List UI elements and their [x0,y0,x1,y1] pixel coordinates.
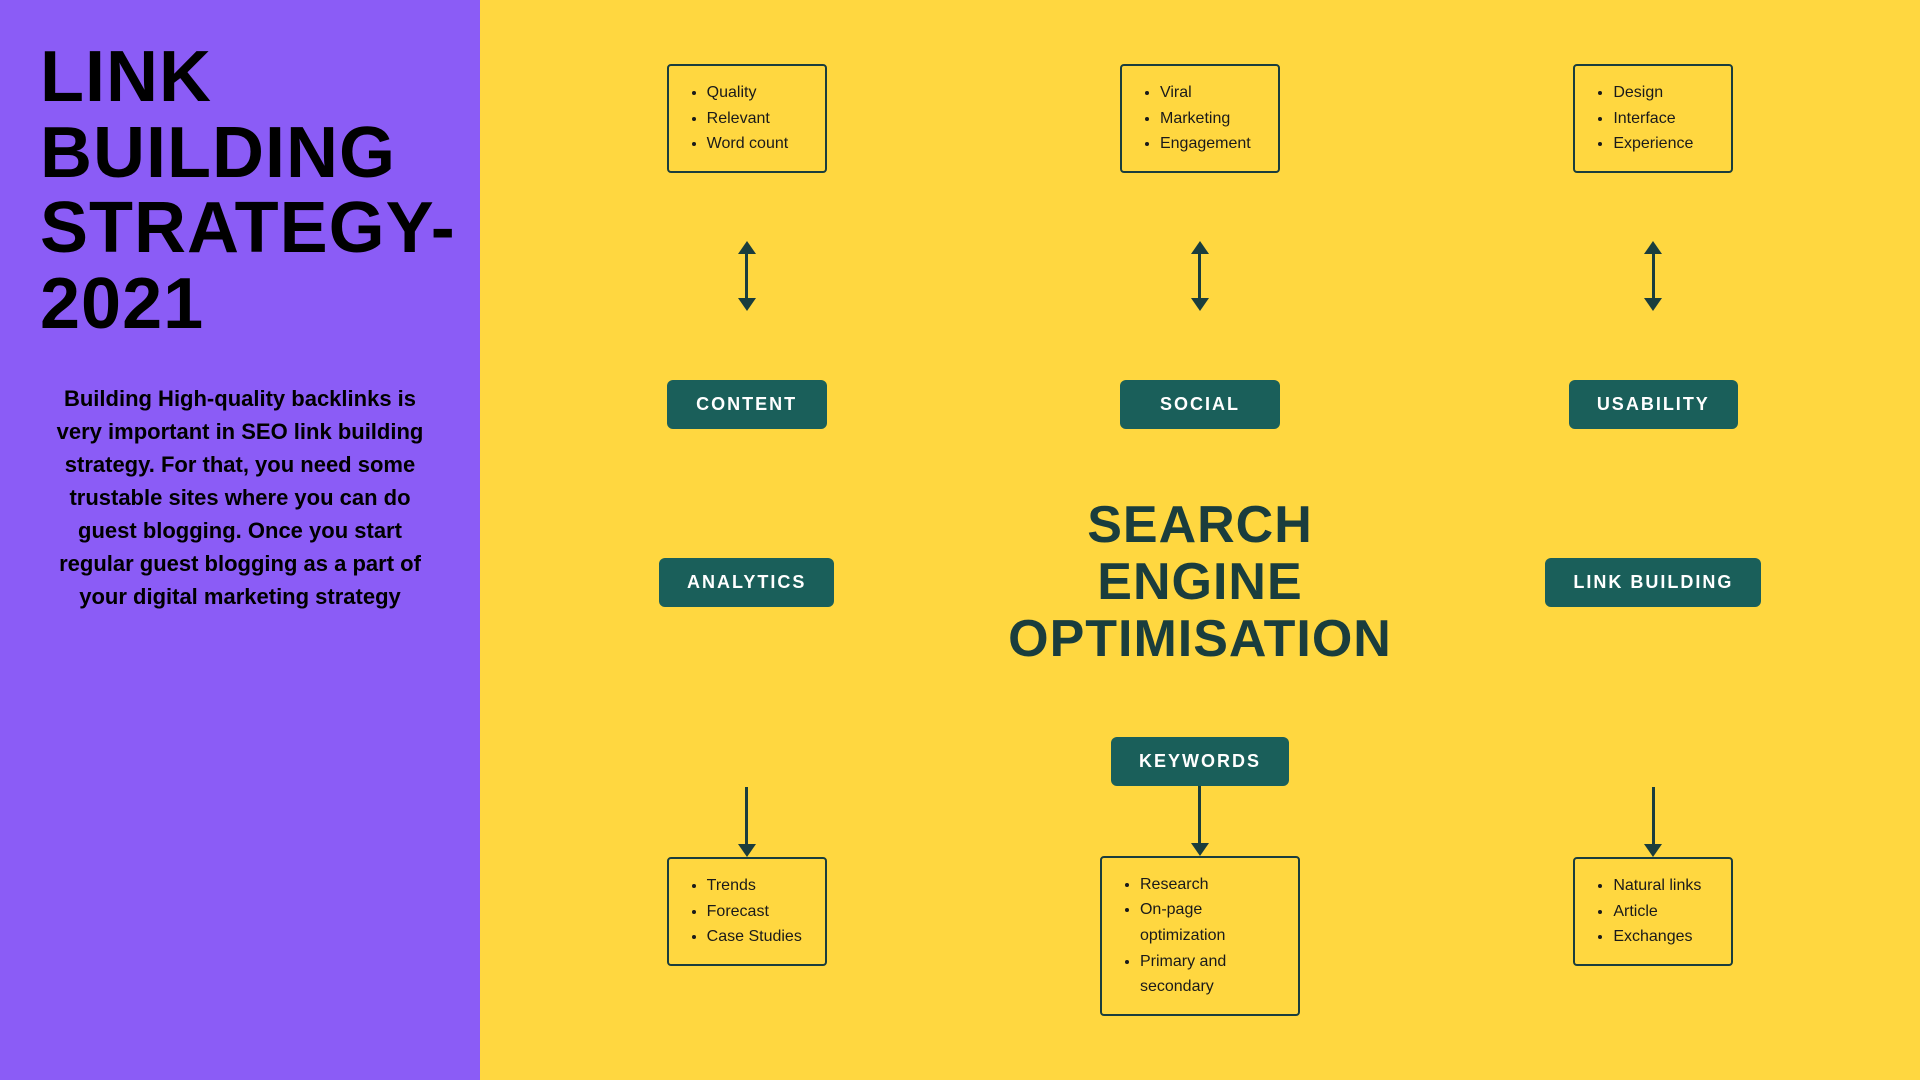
engagement-item: Engagement [1160,131,1258,157]
social-info-box: Viral Marketing Engagement [1120,64,1280,173]
seo-title-line2: OPTIMISATION [977,611,1422,668]
col2-arrow-up-cell [973,237,1426,315]
usability-label-cell: USABILITY [1427,376,1880,433]
main-title: LINKBUILDINGSTRATEGY-2021 [40,40,440,342]
forecast-item: Forecast [707,899,805,925]
content-label-cell: CONTENT [520,376,973,433]
content-arrow [738,241,756,311]
keywords-label: KEYWORDS [1111,737,1289,786]
col3-bottom-section: Natural links Article Exchanges [1427,783,1880,970]
description: Building High-quality backlinks is very … [40,382,440,613]
social-label: SOCIAL [1120,380,1280,429]
quality-item: Quality [707,80,805,106]
casestudies-item: Case Studies [707,924,805,950]
interface-item: Interface [1613,106,1711,132]
col2-top-box-cell: Viral Marketing Engagement [973,60,1426,177]
analytics-arrow-down [738,787,756,857]
right-panel: Quality Relevant Word count Viral Market… [480,0,1920,1080]
linkbuilding-info-box: Natural links Article Exchanges [1573,857,1733,966]
usability-label: USABILITY [1569,380,1738,429]
primary-item: Primary and secondary [1140,949,1278,1000]
social-arrow [1191,241,1209,311]
usability-arrow [1644,241,1662,311]
linkbuilding-arrow-down [1644,787,1662,857]
trends-item: Trends [707,873,805,899]
viral-item: Viral [1160,80,1258,106]
research-item: Research [1140,872,1278,898]
keywords-arrow-down [1191,786,1209,856]
experience-item: Experience [1613,131,1711,157]
social-label-cell: SOCIAL [973,376,1426,433]
content-info-box: Quality Relevant Word count [667,64,827,173]
diagram-grid: Quality Relevant Word count Viral Market… [520,30,1880,1050]
keywords-info-box: Research On-page optimization Primary an… [1100,856,1300,1016]
link-building-label: LINK BUILDING [1545,558,1761,607]
col3-arrow-up-cell [1427,237,1880,315]
wordcount-item: Word count [707,131,805,157]
col2-bottom-section: KEYWORDS Research On-page optimization P… [973,733,1426,1020]
left-panel: LINKBUILDINGSTRATEGY-2021 Building High-… [0,0,480,1080]
col1-arrow-up-cell [520,237,973,315]
seo-title: SEARCH ENGINE OPTIMISATION [977,497,1422,669]
link-building-label-cell: LINK BUILDING [1427,554,1880,611]
relevant-item: Relevant [707,106,805,132]
seo-center-cell: SEARCH ENGINE OPTIMISATION [973,493,1426,673]
col1-bottom-section: Trends Forecast Case Studies [520,783,973,970]
article-item: Article [1613,899,1711,925]
naturallinks-item: Natural links [1613,873,1711,899]
analytics-label-cell: ANALYTICS [520,554,973,611]
analytics-label: ANALYTICS [659,558,834,607]
exchanges-item: Exchanges [1613,924,1711,950]
design-item: Design [1613,80,1711,106]
col3-top-box-cell: Design Interface Experience [1427,60,1880,177]
onpage-item: On-page optimization [1140,897,1278,948]
marketing-item: Marketing [1160,106,1258,132]
seo-title-line1: SEARCH ENGINE [977,497,1422,611]
usability-info-box: Design Interface Experience [1573,64,1733,173]
col1-top-box-cell: Quality Relevant Word count [520,60,973,177]
analytics-info-box: Trends Forecast Case Studies [667,857,827,966]
content-label: CONTENT [667,380,827,429]
